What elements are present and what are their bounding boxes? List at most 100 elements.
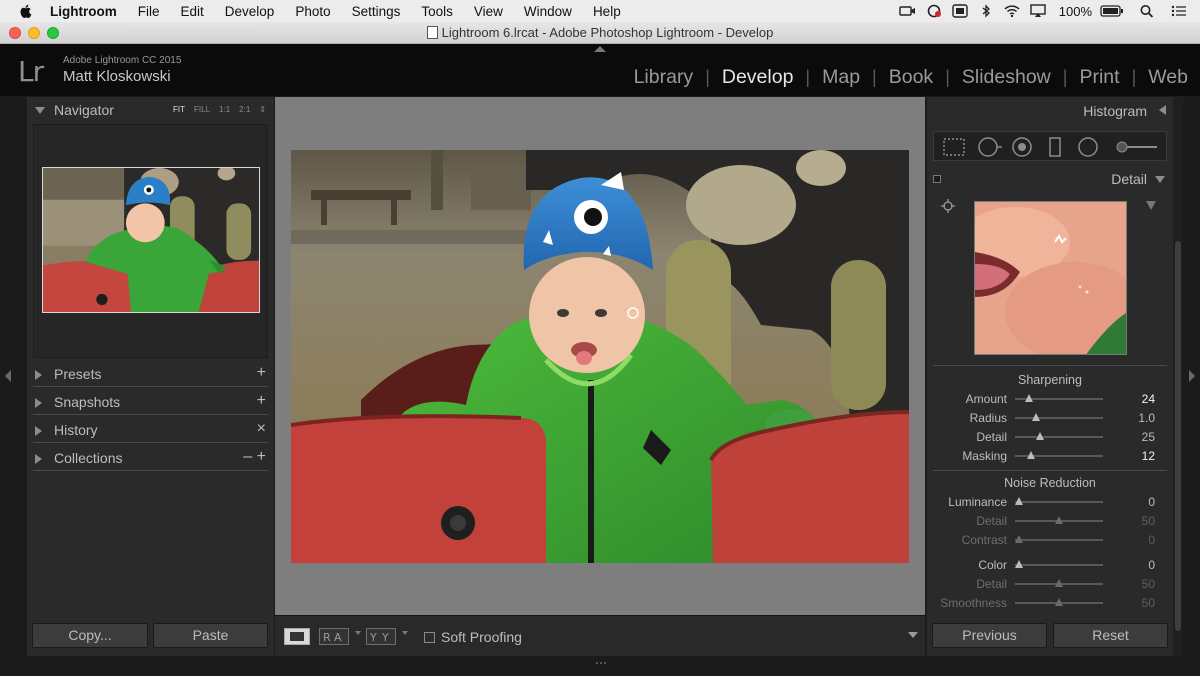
- module-map[interactable]: Map: [822, 66, 860, 89]
- scrollbar-thumb[interactable]: [1175, 241, 1181, 631]
- collections-panel-header[interactable]: Collections – +: [27, 445, 274, 471]
- slider-track[interactable]: [1015, 516, 1103, 524]
- crop-tool-icon[interactable]: [943, 138, 965, 156]
- toolbar-content-menu-icon[interactable]: [908, 632, 918, 638]
- collapse-triangle-icon[interactable]: [35, 107, 45, 114]
- previous-button[interactable]: Previous: [932, 623, 1047, 648]
- menu-photo[interactable]: Photo: [295, 4, 330, 19]
- slider-row-detail[interactable]: Detail 50: [927, 512, 1173, 531]
- slider-knob[interactable]: [1055, 516, 1063, 524]
- module-develop[interactable]: Develop: [722, 66, 794, 89]
- slider-row-smoothness[interactable]: Smoothness 50: [927, 594, 1173, 613]
- history-panel-header[interactable]: History ×: [27, 417, 274, 443]
- expand-triangle-icon[interactable]: [35, 454, 42, 464]
- slider-track[interactable]: [1015, 560, 1103, 568]
- bluetooth-icon[interactable]: [977, 4, 995, 18]
- slider-value[interactable]: 50: [1142, 514, 1155, 528]
- navigator-thumbnail[interactable]: [42, 167, 260, 313]
- slider-value[interactable]: 12: [1142, 449, 1155, 463]
- slider-value[interactable]: 0: [1148, 558, 1155, 572]
- menu-settings[interactable]: Settings: [352, 4, 401, 19]
- airplay-icon[interactable]: [1029, 4, 1047, 18]
- zoom-2-1[interactable]: 2:1: [239, 105, 250, 114]
- collection-minus-plus-icons[interactable]: – +: [243, 448, 266, 466]
- module-library[interactable]: Library: [634, 66, 694, 89]
- reset-button[interactable]: Reset: [1053, 623, 1168, 648]
- detail-target-icon[interactable]: [941, 199, 955, 213]
- slider-track[interactable]: [1015, 535, 1103, 543]
- dropdown-arrow-icon[interactable]: [355, 631, 361, 635]
- copy-button[interactable]: Copy...: [32, 623, 148, 648]
- expand-triangle-icon[interactable]: [35, 426, 42, 436]
- slider-value[interactable]: 50: [1142, 577, 1155, 591]
- menu-window[interactable]: Window: [524, 4, 572, 19]
- app-status-icon[interactable]: [951, 4, 969, 18]
- slider-value[interactable]: 0: [1148, 495, 1155, 509]
- detail-zoom-preview[interactable]: [974, 201, 1127, 355]
- slider-knob[interactable]: [1035, 432, 1044, 440]
- slider-track[interactable]: [1015, 497, 1103, 505]
- slider-knob[interactable]: [1025, 394, 1034, 402]
- slider-value[interactable]: 0: [1148, 533, 1155, 547]
- graduated-filter-icon[interactable]: [1049, 137, 1061, 157]
- slider-knob[interactable]: [1032, 413, 1041, 421]
- slider-value[interactable]: 24: [1142, 392, 1155, 406]
- apple-icon[interactable]: [18, 3, 34, 19]
- slider-track[interactable]: [1015, 598, 1103, 606]
- slider-row-detail[interactable]: Detail 25: [927, 428, 1173, 447]
- slider-row-color[interactable]: Color 0: [927, 556, 1173, 575]
- module-slideshow[interactable]: Slideshow: [962, 66, 1051, 89]
- red-eye-tool-icon[interactable]: [1012, 137, 1032, 157]
- slider-track[interactable]: [1015, 579, 1103, 587]
- module-web[interactable]: Web: [1148, 66, 1188, 89]
- navigator-header[interactable]: Navigator FIT FILL 1:1 2:1 ⇕: [27, 97, 274, 123]
- add-preset-icon[interactable]: +: [257, 364, 266, 382]
- slider-row-contrast[interactable]: Contrast 0: [927, 531, 1173, 550]
- left-panel-toggle-icon[interactable]: [5, 370, 11, 382]
- soft-proofing-toggle[interactable]: Soft Proofing: [424, 629, 522, 645]
- presets-panel-header[interactable]: Presets +: [27, 361, 274, 387]
- main-photo[interactable]: [291, 150, 909, 563]
- detail-preview-warning-icon[interactable]: [1146, 201, 1156, 210]
- loupe-view-button[interactable]: [284, 628, 310, 645]
- slider-knob[interactable]: [1055, 598, 1063, 606]
- right-panel-scrollbar[interactable]: [1173, 97, 1183, 656]
- menu-view[interactable]: View: [474, 4, 503, 19]
- clear-history-icon[interactable]: ×: [257, 420, 266, 438]
- facetime-icon[interactable]: [899, 4, 917, 18]
- zoom-stepper-icon[interactable]: ⇕: [259, 105, 266, 114]
- zoom-1-1[interactable]: 1:1: [219, 105, 230, 114]
- menu-tools[interactable]: Tools: [421, 4, 453, 19]
- battery-icon[interactable]: [1100, 4, 1124, 18]
- menu-app-lightroom[interactable]: Lightroom: [50, 4, 117, 19]
- slider-knob[interactable]: [1015, 497, 1024, 505]
- expand-triangle-icon[interactable]: [35, 370, 42, 380]
- soft-proofing-checkbox[interactable]: [424, 631, 435, 643]
- creative-cloud-icon[interactable]: [925, 4, 943, 18]
- notification-center-icon[interactable]: [1170, 4, 1188, 18]
- slider-track[interactable]: [1015, 432, 1103, 440]
- expand-triangle-icon[interactable]: [35, 398, 42, 408]
- zoom-fill[interactable]: FILL: [194, 105, 210, 114]
- wifi-icon[interactable]: [1003, 4, 1021, 18]
- slider-knob[interactable]: [1015, 560, 1024, 568]
- slider-track[interactable]: [1015, 394, 1103, 402]
- spot-removal-tool-icon[interactable]: [978, 137, 1002, 157]
- menu-help[interactable]: Help: [593, 4, 621, 19]
- slider-row-amount[interactable]: Amount 24: [927, 390, 1173, 409]
- add-snapshot-icon[interactable]: +: [257, 392, 266, 410]
- slider-knob[interactable]: [1055, 579, 1063, 587]
- detail-panel-header[interactable]: Detail: [927, 168, 1173, 194]
- dropdown-arrow-icon[interactable]: [402, 631, 408, 635]
- slider-knob[interactable]: [1026, 451, 1035, 459]
- histogram-header[interactable]: Histogram: [927, 97, 1173, 123]
- slider-value[interactable]: 1.0: [1138, 411, 1155, 425]
- top-panel-toggle-icon[interactable]: [594, 46, 606, 52]
- expand-triangle-icon[interactable]: [1159, 105, 1166, 115]
- right-panel-toggle-icon[interactable]: [1189, 370, 1195, 382]
- before-after-tb-button[interactable]: YY: [366, 628, 396, 645]
- slider-row-detail[interactable]: Detail 50: [927, 575, 1173, 594]
- slider-row-masking[interactable]: Masking 12: [927, 447, 1173, 466]
- module-book[interactable]: Book: [889, 66, 933, 89]
- snapshots-panel-header[interactable]: Snapshots +: [27, 389, 274, 415]
